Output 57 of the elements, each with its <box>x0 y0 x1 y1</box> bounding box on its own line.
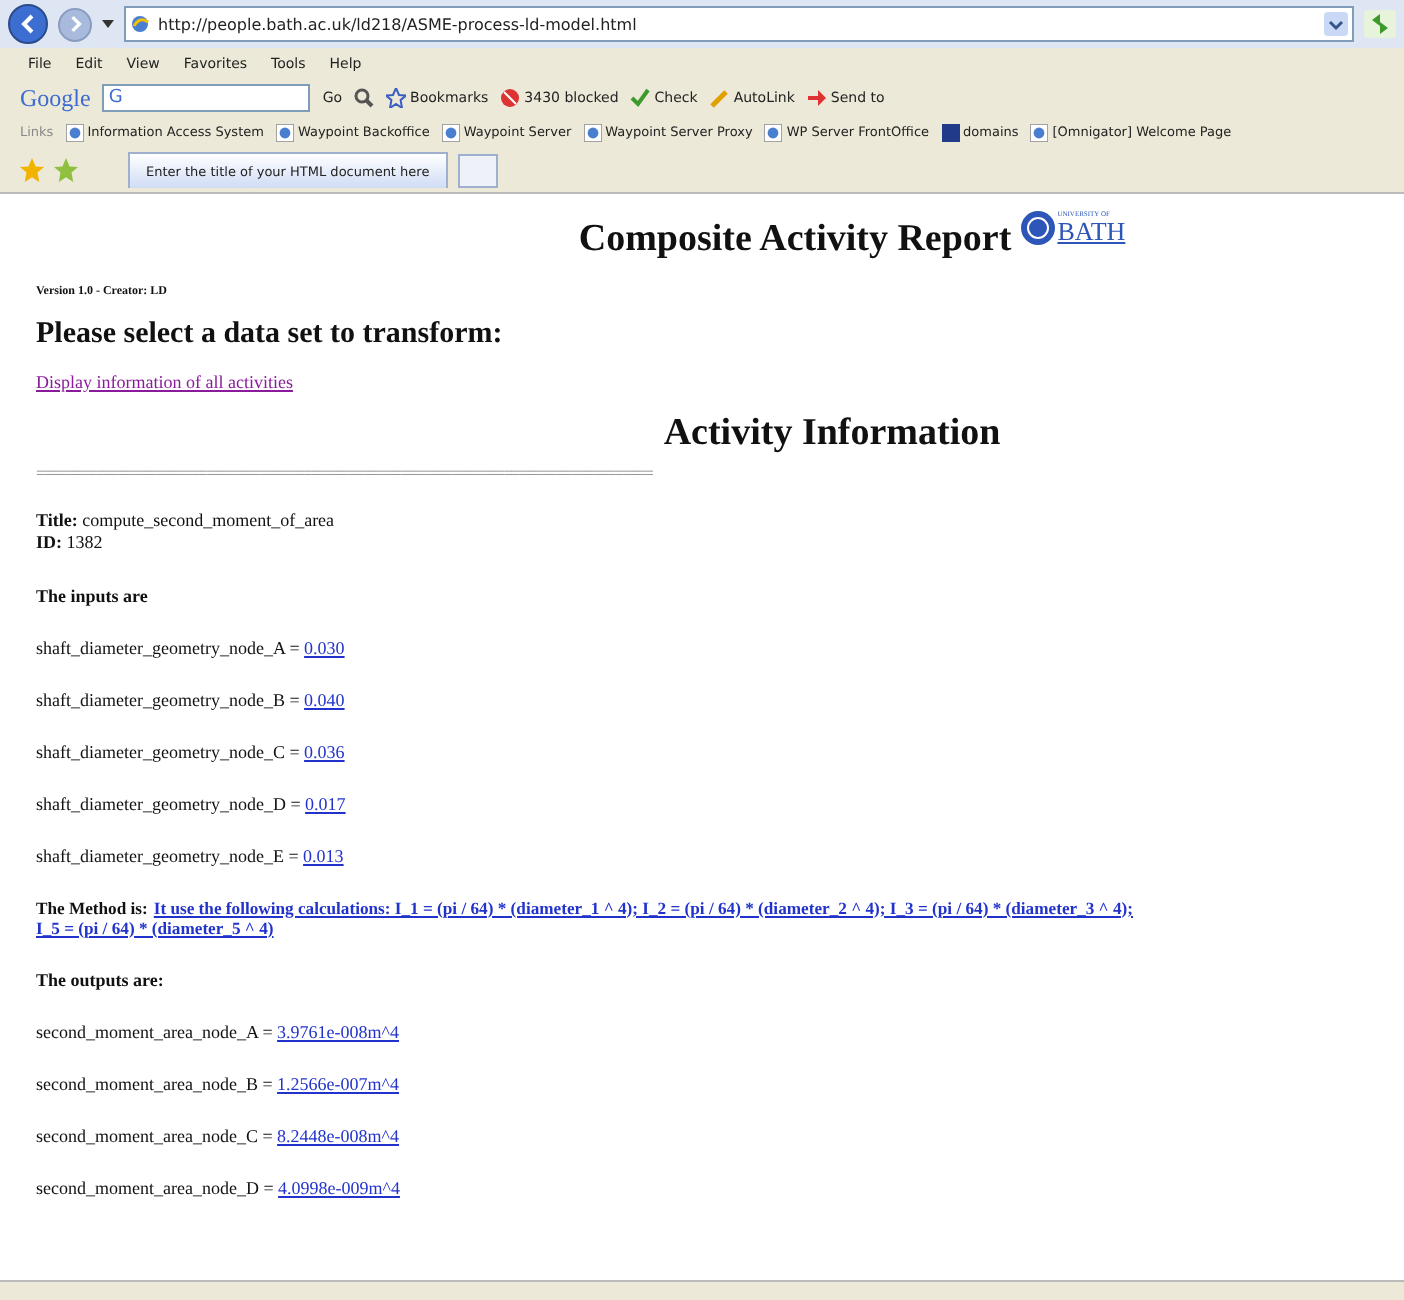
logo-link[interactable]: BATH <box>1057 218 1126 244</box>
inputs-heading: The inputs are <box>36 585 150 606</box>
forward-button[interactable] <box>58 7 92 41</box>
value-link[interactable]: 3.9761e-008m^4 <box>277 1021 400 1042</box>
value-link[interactable]: 0.017 <box>305 793 346 814</box>
page-icon <box>764 123 783 141</box>
separator-text: =================================================================================== <box>36 464 655 482</box>
output-name: second_moment_area_node_B = <box>36 1073 273 1094</box>
field-text: ID: 1382 <box>36 531 105 554</box>
google-logo: Google <box>20 83 91 113</box>
crest-icon <box>1019 210 1056 246</box>
input-name: shaft_diameter_geometry_node_D = <box>36 793 301 814</box>
output-name: second_moment_area_node_C = <box>36 1125 273 1146</box>
outputs-heading: The outputs are: <box>36 969 166 990</box>
value-link[interactable]: 8.2448e-008m^4 <box>277 1125 400 1146</box>
activities-link[interactable]: Display information of all activities <box>36 372 293 392</box>
field-text: Title: compute_second_moment_of_area <box>36 510 337 532</box>
input-name: shaft_diameter_geometry_node_A = <box>36 637 300 658</box>
method-label: The Method is: <box>36 897 148 918</box>
new-tab-button[interactable] <box>457 153 498 187</box>
section-heading: Activity Information <box>661 412 1003 456</box>
value-link[interactable]: 0.030 <box>304 637 345 658</box>
page-icon <box>1030 123 1049 141</box>
input-name: shaft_diameter_geometry_node_C = <box>36 741 300 762</box>
pencil-icon <box>709 88 730 108</box>
arrow-icon <box>806 88 827 108</box>
value-link[interactable]: 1.2566e-007m^4 <box>277 1073 400 1094</box>
back-button[interactable] <box>8 4 48 44</box>
refresh-icon[interactable] <box>1364 10 1396 38</box>
dropdown-icon[interactable] <box>1324 12 1348 36</box>
favorites-star-icon[interactable] <box>20 158 44 182</box>
value-link[interactable]: 0.013 <box>303 845 344 866</box>
search-icon[interactable] <box>354 88 375 108</box>
method-link[interactable]: I_5 = (pi / 64) * (diameter_5 ^ 4) <box>36 917 274 938</box>
prompt-heading: Please select a data set to transform: <box>36 318 505 352</box>
value-link[interactable]: 4.0998e-009m^4 <box>278 1177 401 1198</box>
input-name: shaft_diameter_geometry_node_E = <box>36 845 299 866</box>
output-name: second_moment_area_node_A = <box>36 1021 273 1042</box>
site-icon <box>941 123 960 141</box>
address-field[interactable]: http://people.bath.ac.uk/ld218/ASME-process-ld-model.html <box>124 6 1354 42</box>
checkmark-icon <box>630 88 651 108</box>
blocked-icon <box>500 88 521 108</box>
add-favorite-icon[interactable] <box>54 158 78 182</box>
output-name: second_moment_area_node_D = <box>36 1177 274 1198</box>
value-link[interactable]: 0.036 <box>304 741 345 762</box>
caret-icon[interactable] <box>102 20 114 28</box>
page-title: Composite Activity Report <box>578 218 1012 262</box>
method-link[interactable]: It use the following calculations: I_1 = (pi / 64) * (diameter_1 ^ 4); I_2 = (pi / 64) * (diameter_2 ^ 4); I_3 = (pi / 64) * (diameter_3 ^ 4); <box>153 897 1133 918</box>
value-link[interactable]: 0.040 <box>304 689 345 710</box>
input-name: shaft_diameter_geometry_node_B = <box>36 689 300 710</box>
page-icon <box>65 123 84 141</box>
page-icon <box>583 123 602 141</box>
search-field[interactable]: G <box>102 84 311 112</box>
page-icon <box>275 123 294 141</box>
page-icon <box>441 123 460 141</box>
star-icon <box>386 88 407 108</box>
page-icon <box>130 14 150 34</box>
